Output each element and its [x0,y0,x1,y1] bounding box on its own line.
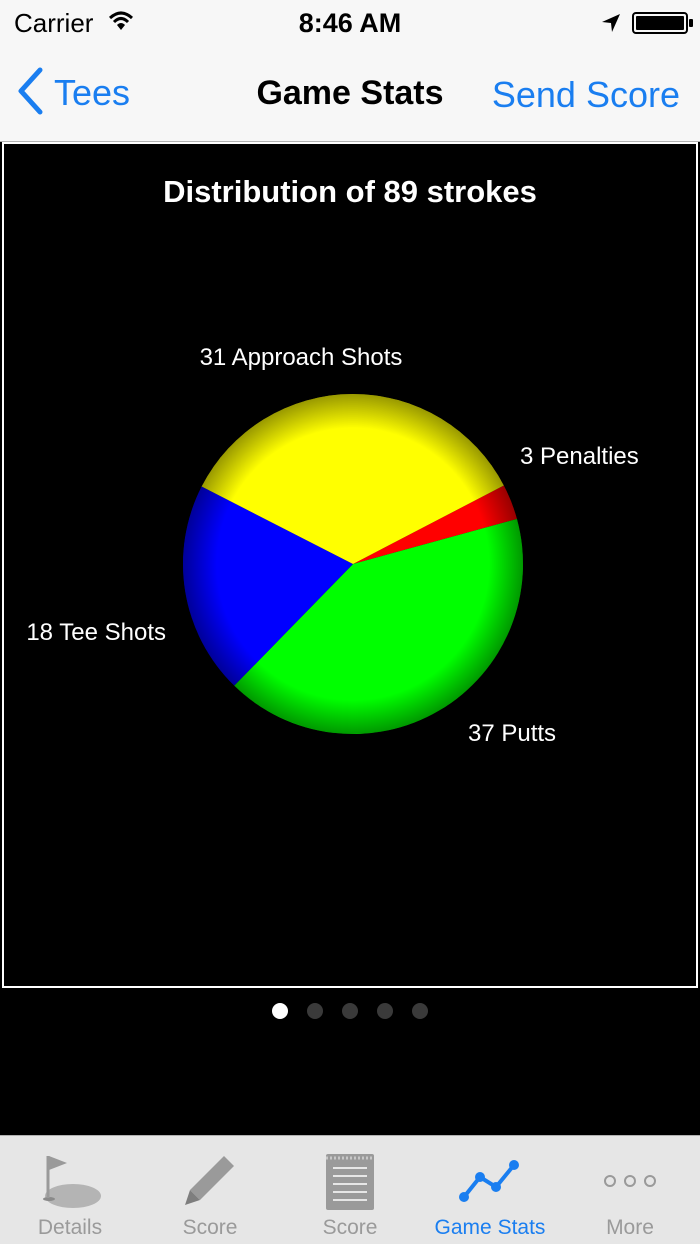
tab-label: More [606,1216,654,1239]
page-indicator[interactable] [0,1003,700,1021]
send-score-button[interactable]: Send Score [492,74,680,116]
slice-label: 37 Putts [468,720,556,747]
pencil-icon [140,1148,280,1214]
navigation-bar: Tees Game Stats Send Score [0,44,700,142]
tab-score-pencil[interactable]: Score [140,1136,280,1244]
page-dot[interactable] [272,1003,288,1019]
slice-label: 31 Approach Shots [200,344,403,371]
tab-label: Score [322,1216,378,1239]
line-graph-icon [420,1148,560,1214]
page-dot[interactable] [377,1003,393,1019]
tab-label: Details [37,1216,103,1239]
page-dot[interactable] [342,1003,358,1019]
more-dots-icon [560,1148,700,1214]
notepad-icon [280,1148,420,1214]
chart-title: Distribution of 89 strokes [163,174,537,209]
tab-details[interactable]: Details [0,1136,140,1244]
tab-label: Score [182,1216,238,1239]
tab-game-stats[interactable]: Game Stats [420,1136,560,1244]
location-arrow-icon [600,12,622,39]
status-bar: Carrier 8:46 AM [0,0,700,44]
tab-label: Game Stats [434,1216,546,1239]
page-dot[interactable] [412,1003,428,1019]
tab-bar: Details Score Score Game Stats More [0,1135,700,1244]
slice-label: 18 Tee Shots [26,619,166,646]
clock-label: 8:46 AM [298,8,402,38]
tab-score-card[interactable]: Score [280,1136,420,1244]
battery-icon [632,12,694,39]
tab-more[interactable]: More [560,1136,700,1244]
slice-label: 3 Penalties [520,443,639,470]
page-dot[interactable] [307,1003,323,1019]
golf-flag-icon [0,1148,140,1214]
chart-card: Distribution of 89 strokes 3 Penalties 37… [2,142,698,988]
pie-chart: Distribution of 89 strokes 3 Penalties 37… [26,174,639,747]
